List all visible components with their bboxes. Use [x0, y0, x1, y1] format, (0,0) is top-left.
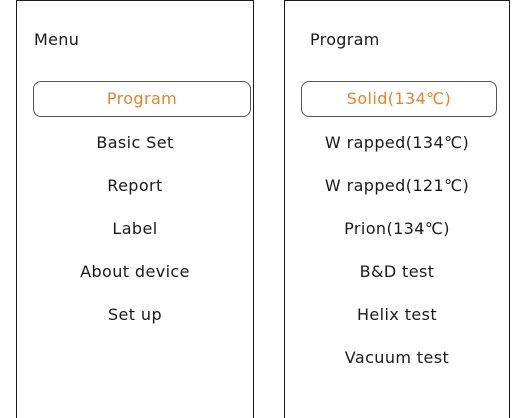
program-item-solid-134[interactable]: Solid(134℃) [301, 81, 497, 117]
menu-screen: Menu Program Basic Set Report Label Abou… [16, 0, 254, 418]
program-screen: Program Solid(134℃) W rapped(134℃) W rap… [284, 0, 510, 418]
program-item-prion-134[interactable]: Prion(134℃) [285, 211, 509, 247]
program-item-wrapped-134[interactable]: W rapped(134℃) [285, 125, 509, 161]
menu-title: Menu [34, 30, 80, 49]
menu-item-basic-set[interactable]: Basic Set [17, 125, 253, 161]
menu-item-set-up[interactable]: Set up [17, 297, 253, 333]
menu-item-program[interactable]: Program [33, 81, 251, 117]
program-item-bd-test[interactable]: B&D test [285, 254, 509, 290]
program-title: Program [310, 30, 380, 49]
menu-item-about-device[interactable]: About device [17, 254, 253, 290]
program-item-vacuum-test[interactable]: Vacuum test [285, 340, 509, 376]
menu-item-report[interactable]: Report [17, 168, 253, 204]
menu-item-label[interactable]: Label [17, 211, 253, 247]
program-item-helix-test[interactable]: Helix test [285, 297, 509, 333]
program-item-wrapped-121[interactable]: W rapped(121℃) [285, 168, 509, 204]
